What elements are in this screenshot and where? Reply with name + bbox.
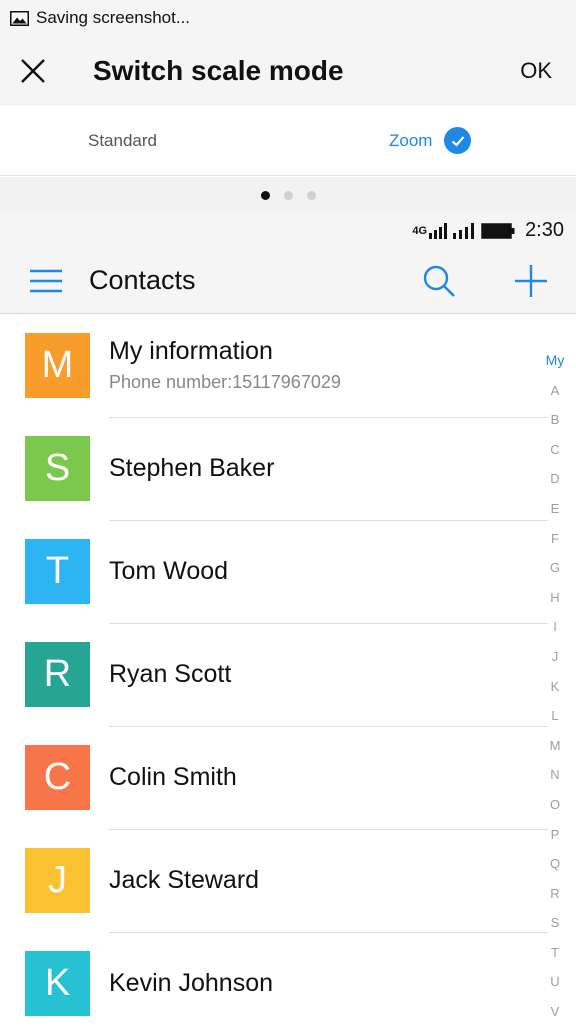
contact-row[interactable]: S Stephen Baker [0,418,576,521]
signal-icon [429,222,448,239]
avatar: T [25,539,90,604]
search-icon [423,265,455,297]
contact-name: Kevin Johnson [109,969,274,997]
contact-row[interactable]: R Ryan Scott [0,624,576,727]
alpha-index-letter[interactable]: N [550,760,559,790]
plus-icon [515,264,547,297]
notification-bar: Saving screenshot... [0,0,576,36]
alpha-index-letter[interactable]: P [551,820,560,850]
alpha-index-letter[interactable]: B [551,405,560,435]
contact-row[interactable]: C Colin Smith [0,727,576,830]
contacts-app-bar: Contacts [0,248,576,314]
check-icon [444,127,472,154]
alpha-index-letter[interactable]: S [551,908,560,938]
alpha-index-letter[interactable]: C [550,435,559,465]
menu-icon [30,269,62,292]
add-contact-button[interactable] [511,261,551,301]
page-dot-2[interactable] [283,190,293,200]
alpha-index-letter[interactable]: H [550,583,559,613]
alpha-index-letter[interactable]: Q [550,849,560,879]
status-time: 2:30 [525,219,564,241]
avatar: J [25,848,90,913]
battery-icon [481,222,515,239]
image-icon [10,10,29,26]
mode-zoom-option[interactable]: Zoom [389,127,472,154]
alpha-index-letter[interactable]: G [550,553,560,583]
contact-row[interactable]: K Kevin Johnson [0,933,576,1036]
contact-list: M My information Phone number:1511796702… [0,315,576,1036]
contact-name: Tom Wood [109,557,229,585]
page-indicator [0,177,576,213]
page-dot-3[interactable] [306,190,316,200]
contact-name: Colin Smith [109,763,237,791]
alpha-index-letter[interactable]: J [552,642,559,672]
alphabet-index[interactable]: My A B C D E F G H I J K L M N O P Q R S… [542,346,568,1027]
alpha-index-letter[interactable]: O [550,790,560,820]
contact-name: My information [109,337,273,365]
page-dot-1[interactable] [260,190,270,200]
alpha-index-letter[interactable]: D [550,464,559,494]
page-title: Switch scale mode [93,55,344,86]
avatar: M [25,333,90,398]
avatar: K [25,951,90,1016]
signal-icon-secondary [453,222,475,239]
contact-name: Ryan Scott [109,660,232,688]
contact-row-my-information[interactable]: M My information Phone number:1511796702… [0,315,576,418]
notification-text: Saving screenshot... [36,8,191,27]
contact-row[interactable]: T Tom Wood [0,521,576,624]
menu-button[interactable] [26,261,66,301]
search-button[interactable] [419,261,459,301]
contacts-title: Contacts [89,265,196,295]
contact-name: Stephen Baker [109,454,275,482]
alpha-index-letter[interactable]: T [551,938,559,968]
alpha-index-letter[interactable]: V [551,997,560,1027]
scale-mode-header: Switch scale mode OK [0,36,576,106]
avatar: S [25,436,90,501]
ok-button[interactable]: OK [520,58,552,84]
alpha-index-letter[interactable]: U [550,967,559,997]
alpha-index-letter[interactable]: I [553,612,557,642]
alpha-index-letter[interactable]: E [551,494,560,524]
close-icon [21,59,45,83]
phone-status-bar: 4G 2:30 [0,213,576,248]
contact-name: Jack Steward [109,866,260,894]
network-type-label: 4G [412,224,428,237]
alpha-index-letter[interactable]: A [551,376,560,406]
close-button[interactable] [15,53,51,89]
scale-mode-options: Standard Zoom [0,106,576,176]
alpha-index-letter[interactable]: My [546,346,565,376]
alpha-index-letter[interactable]: R [550,879,559,909]
alpha-index-letter[interactable]: M [550,731,561,761]
alpha-index-letter[interactable]: L [551,701,558,731]
phone-preview: 4G 2:30 Contacts M My information Phone … [0,213,576,1024]
mode-standard-option[interactable]: Standard [88,131,157,151]
contact-row[interactable]: J Jack Steward [0,830,576,933]
contact-phone: Phone number:15117967029 [109,372,341,392]
alpha-index-letter[interactable]: F [551,524,559,554]
avatar: R [25,642,90,707]
mode-zoom-label: Zoom [389,130,433,150]
avatar: C [25,745,90,810]
alpha-index-letter[interactable]: K [551,672,560,702]
